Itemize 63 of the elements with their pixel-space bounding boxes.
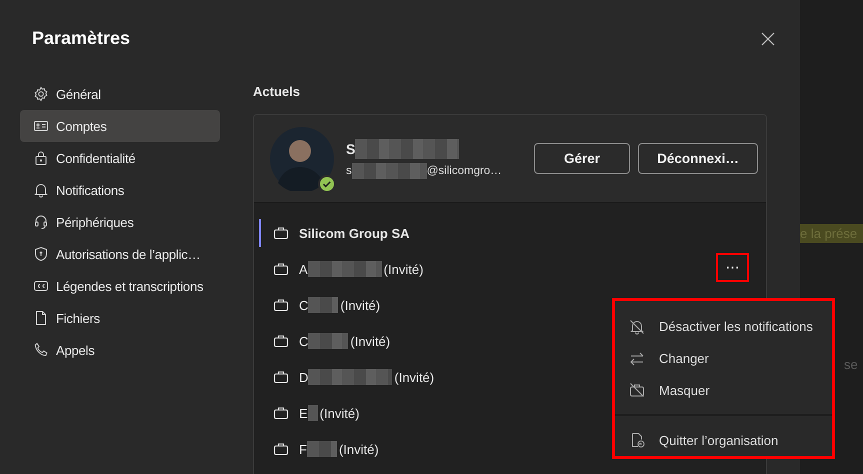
- sidebar-item[interactable]: Comptes: [20, 110, 220, 142]
- briefcase-icon: [273, 262, 289, 276]
- close-icon[interactable]: [761, 32, 775, 46]
- account-name: S: [346, 140, 356, 156]
- card-icon: [33, 118, 49, 134]
- redacted-text: [308, 333, 348, 349]
- hide-icon: [629, 382, 645, 398]
- menu-item[interactable]: Changer: [615, 342, 832, 374]
- briefcase-icon: [273, 226, 289, 240]
- briefcase-icon: [273, 334, 289, 348]
- shield-icon: [33, 246, 49, 262]
- guest-label: (Invité): [394, 370, 434, 384]
- guest-label: (Invité): [340, 298, 380, 312]
- selection-indicator: [259, 219, 261, 247]
- account-email: s: [346, 164, 352, 176]
- account-button[interactable]: Gérer: [534, 143, 630, 174]
- briefcase-icon: [273, 370, 289, 384]
- briefcase-icon: [273, 298, 289, 312]
- guest-label: (Invité): [320, 406, 360, 420]
- sidebar-item[interactable]: Confidentialité: [20, 142, 220, 174]
- sidebar-item[interactable]: Fichiers: [20, 302, 220, 334]
- menu-item[interactable]: Désactiver les notifications: [615, 311, 832, 343]
- organization-name[interactable]: C: [299, 298, 308, 312]
- avatar-icon: [270, 126, 334, 190]
- sidebar-item[interactable]: Périphériques: [20, 206, 220, 238]
- more-options-button[interactable]: ⋯: [722, 260, 744, 276]
- organization-name[interactable]: C: [299, 334, 308, 348]
- sidebar-item[interactable]: Appels: [20, 334, 220, 366]
- background-text: se: [844, 357, 858, 372]
- bell-icon: [33, 182, 49, 198]
- guest-label: (Invité): [338, 442, 379, 456]
- cc-icon: [33, 278, 49, 294]
- organization-name[interactable]: Silicom Group SA: [299, 226, 410, 240]
- sidebar-item[interactable]: Général: [20, 78, 220, 110]
- redacted-text: [306, 441, 337, 457]
- redacted-text: [308, 405, 318, 421]
- section-title: Actuels: [253, 84, 301, 100]
- leave-icon: [629, 432, 645, 448]
- sidebar-item[interactable]: Légendes et transcriptions: [20, 270, 220, 302]
- organization-name[interactable]: E: [299, 406, 308, 420]
- organization-name[interactable]: D: [299, 370, 308, 384]
- headset-icon: [33, 214, 49, 230]
- phone-icon: [33, 342, 49, 358]
- lock-icon: [33, 150, 49, 166]
- bell-off-icon: [629, 318, 645, 335]
- briefcase-icon: [273, 406, 289, 420]
- redacted-text: [308, 297, 338, 313]
- menu-item[interactable]: Masquer: [615, 374, 832, 406]
- organization-name[interactable]: F: [299, 442, 307, 456]
- guest-label: (Invité): [384, 262, 424, 276]
- file-icon: [33, 310, 49, 326]
- menu-item[interactable]: Quitter l’organisation: [615, 424, 832, 456]
- sidebar-item[interactable]: Autorisations de l’applic…: [20, 238, 220, 270]
- organization-name[interactable]: A: [299, 262, 308, 276]
- account-button[interactable]: Déconnexi…: [638, 143, 758, 174]
- sidebar-item[interactable]: Notifications: [20, 174, 220, 206]
- switch-icon: [629, 350, 645, 367]
- account-email: @silicomgro…: [426, 164, 502, 176]
- briefcase-icon: [273, 442, 289, 456]
- guest-label: (Invité): [350, 334, 390, 348]
- dialog-title: Paramètres: [32, 28, 130, 49]
- available-status-icon: [318, 174, 336, 192]
- gear-icon: [33, 86, 49, 102]
